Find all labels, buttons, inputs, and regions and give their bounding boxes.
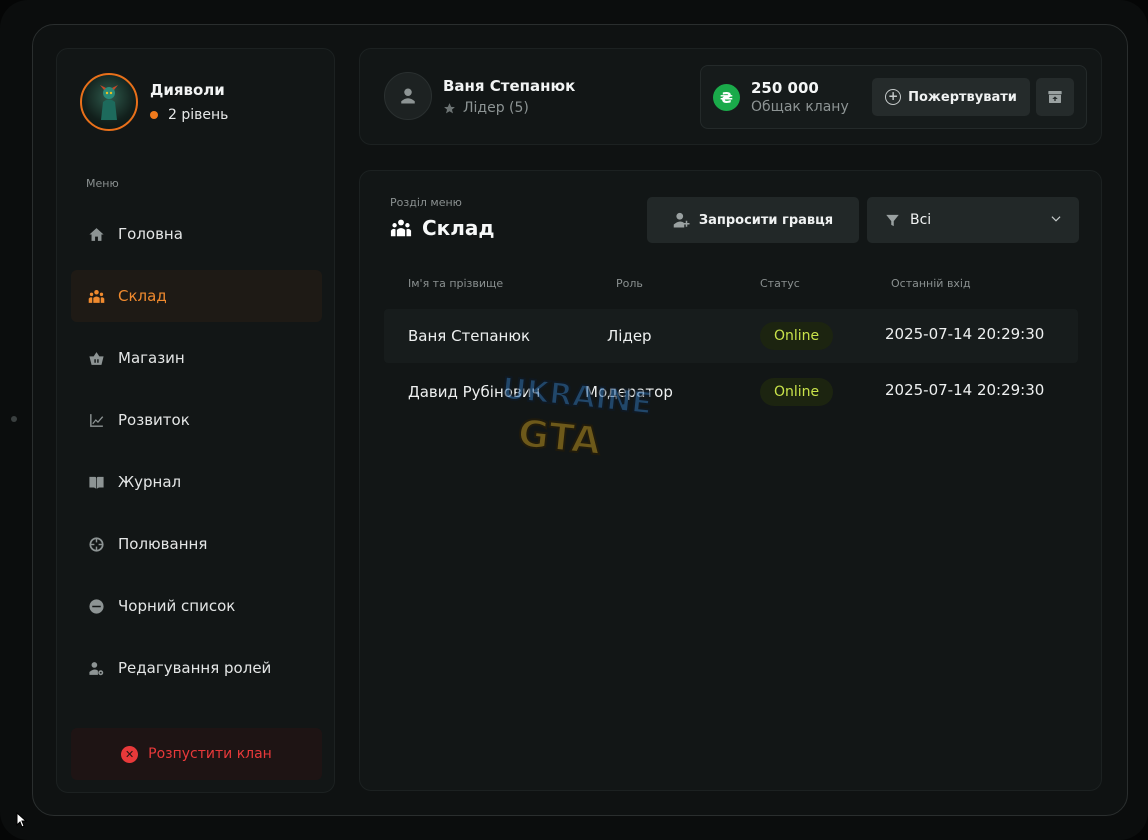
- user-avatar[interactable]: [384, 72, 432, 120]
- book-icon: [87, 473, 105, 491]
- hryvnia-coin-icon: ₴: [713, 84, 740, 111]
- table-header: Ім'я та прізвище Роль Статус Останній вх…: [384, 277, 1078, 295]
- filter-value: Всі: [910, 212, 932, 228]
- chart-line-icon: [87, 411, 105, 429]
- clan-treasury: ₴ 250 000 Общак клану + Пожертвувати: [700, 65, 1087, 129]
- treasury-amount: 250 000: [751, 79, 819, 97]
- member-last-login: 2025-07-14 20:29:30: [885, 325, 1045, 343]
- people-icon: [390, 219, 412, 237]
- status-badge: Online: [760, 322, 834, 350]
- plus-circle-icon: +: [885, 89, 902, 105]
- clan-name: Дияволи: [150, 81, 225, 99]
- sidebar-item-label: Редагування ролей: [118, 659, 272, 677]
- menu-caption: Меню: [86, 177, 119, 190]
- sidebar-item-label: Склад: [118, 287, 167, 305]
- sidebar-item-hunting[interactable]: Полювання: [71, 518, 322, 570]
- clan-level-text: 2 рівень: [168, 107, 229, 123]
- archive-button[interactable]: [1036, 78, 1074, 116]
- sidebar-menu: Головна Склад Магазин Розвиток Журнал По…: [71, 208, 322, 704]
- home-icon: [87, 225, 105, 243]
- chevron-down-icon: [1049, 212, 1063, 226]
- member-last-login: 2025-07-14 20:29:30: [885, 381, 1045, 399]
- close-circle-icon: ✕: [121, 745, 139, 763]
- table-row[interactable]: Ваня Степанюк Лідер Online 2025-07-14 20…: [384, 309, 1078, 363]
- sidebar-item-development[interactable]: Розвиток: [71, 394, 322, 446]
- sidebar-item-label: Полювання: [118, 535, 208, 553]
- role-filter-select[interactable]: Всі: [867, 197, 1079, 243]
- status-badge: Online: [760, 378, 834, 406]
- sidebar-item-home[interactable]: Головна: [71, 208, 322, 260]
- level-dot-icon: [150, 111, 158, 119]
- camera-dot: [11, 416, 17, 422]
- sidebar-item-label: Чорний список: [118, 597, 236, 615]
- donate-label: Пожертвувати: [908, 89, 1017, 105]
- section-caption: Розділ меню: [390, 196, 462, 209]
- column-header-status: Статус: [760, 277, 800, 290]
- donate-button[interactable]: + Пожертвувати: [872, 78, 1030, 116]
- user-role: Лідер (5): [443, 100, 529, 116]
- add-user-icon: [673, 212, 690, 228]
- sidebar-item-journal[interactable]: Журнал: [71, 456, 322, 508]
- sidebar-item-blacklist[interactable]: Чорний список: [71, 580, 322, 632]
- user-name: Ваня Степанюк: [443, 77, 576, 95]
- mouse-cursor-icon: [16, 812, 28, 828]
- clan-level: 2 рівень: [150, 107, 228, 123]
- sidebar-item-warehouse[interactable]: Склад: [71, 270, 322, 322]
- member-role: Лідер: [607, 327, 652, 345]
- user-icon: [401, 88, 415, 104]
- column-header-role: Роль: [616, 277, 643, 290]
- top-bar: Ваня Степанюк Лідер (5) ₴ 250 000 Общак …: [359, 48, 1102, 145]
- device-frame: Дияволи 2 рівень Меню Головна Склад Мага…: [0, 0, 1148, 840]
- member-name: Ваня Степанюк: [408, 327, 531, 345]
- column-header-last-login: Останній вхід: [891, 277, 971, 290]
- sidebar-item-label: Магазин: [118, 349, 185, 367]
- disband-clan-button[interactable]: ✕ Розпустити клан: [71, 728, 322, 780]
- invite-player-button[interactable]: Запросити гравця: [647, 197, 859, 243]
- clan-emblem-icon: [100, 85, 118, 120]
- sidebar: Дияволи 2 рівень Меню Головна Склад Мага…: [56, 48, 335, 793]
- column-header-name: Ім'я та прізвище: [408, 277, 504, 290]
- crosshair-icon: [87, 535, 105, 553]
- ukraine-gta-watermark-logo: UKRAINE GTA: [499, 372, 655, 464]
- treasury-caption: Общак клану: [751, 99, 849, 115]
- clan-header: Дияволи 2 рівень: [80, 73, 228, 131]
- archive-icon: [1048, 91, 1062, 103]
- clan-avatar: [80, 73, 138, 131]
- minus-circle-icon: [87, 597, 105, 615]
- section-title: Склад: [390, 216, 495, 240]
- disband-label: Розпустити клан: [148, 746, 272, 762]
- sidebar-item-label: Журнал: [118, 473, 182, 491]
- members-panel: Розділ меню Склад Запросити гравця Всі І…: [359, 170, 1102, 791]
- sidebar-item-label: Головна: [118, 225, 183, 243]
- user-role-text: Лідер (5): [463, 100, 529, 116]
- svg-text:GTA: GTA: [516, 411, 604, 463]
- filter-icon: [885, 213, 900, 228]
- user-gear-icon: [87, 659, 105, 677]
- sidebar-item-edit-roles[interactable]: Редагування ролей: [71, 642, 322, 694]
- basket-icon: [87, 349, 105, 367]
- sidebar-item-label: Розвиток: [118, 411, 190, 429]
- star-icon: [444, 102, 455, 113]
- section-title-text: Склад: [422, 216, 495, 240]
- people-icon: [87, 287, 105, 305]
- invite-label: Запросити гравця: [698, 212, 834, 228]
- sidebar-item-shop[interactable]: Магазин: [71, 332, 322, 384]
